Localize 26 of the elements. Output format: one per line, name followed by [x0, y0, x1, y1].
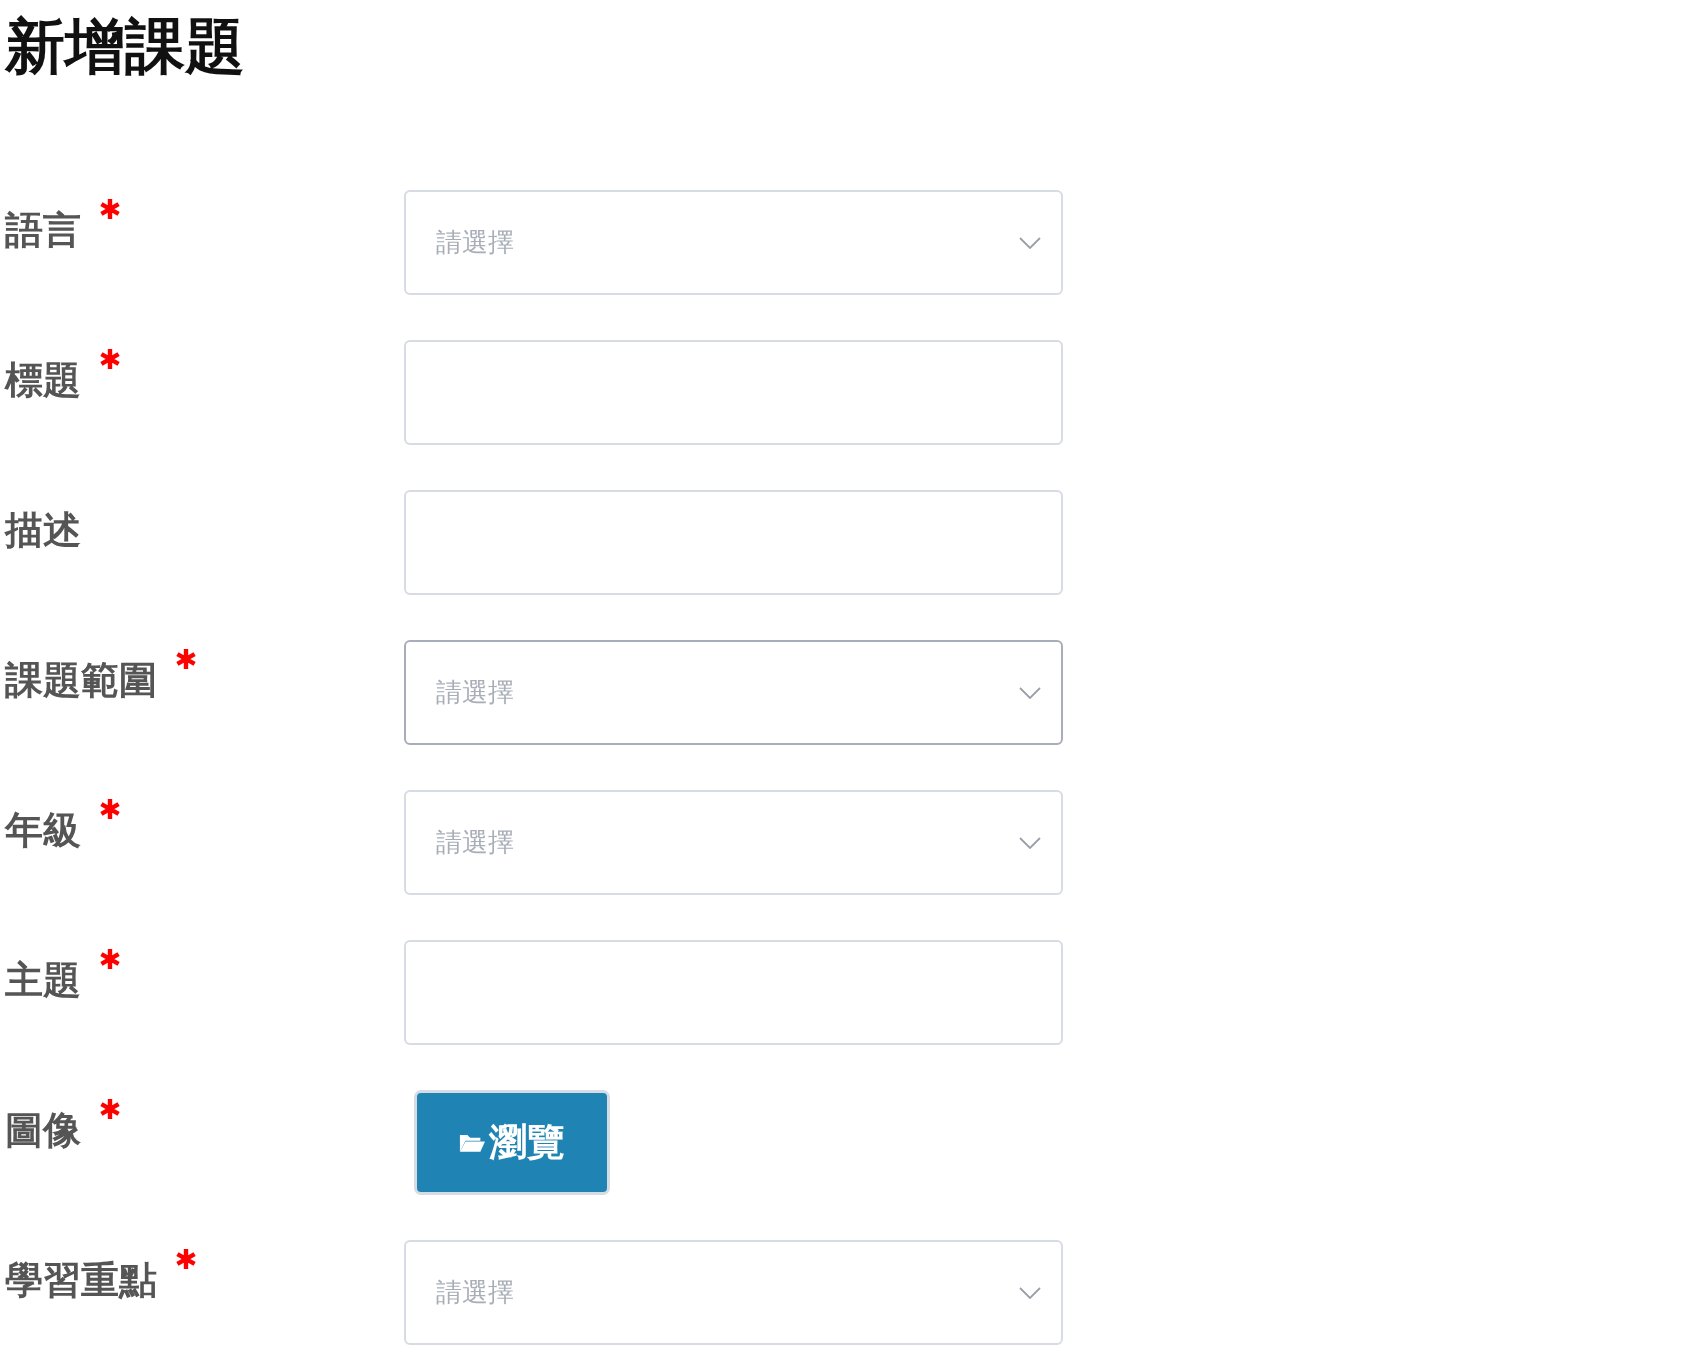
- field-label: 學習重點: [5, 1257, 157, 1304]
- browse-button[interactable]: 瀏覽: [414, 1090, 610, 1195]
- placeholder-text: 請選擇: [436, 826, 515, 859]
- select-field[interactable]: 請選擇: [404, 790, 1063, 895]
- select-field[interactable]: 請選擇: [404, 640, 1063, 745]
- field-label: 主題: [5, 957, 81, 1004]
- chevron-down-icon: [1019, 1286, 1041, 1299]
- text-input-field[interactable]: [404, 340, 1063, 445]
- page-title: 新增課題: [5, 10, 245, 82]
- chevron-down-icon: [1019, 686, 1041, 699]
- field-label: 年級: [5, 807, 81, 854]
- folder-icon: [459, 1132, 485, 1153]
- chevron-down-icon: [1019, 236, 1041, 249]
- field-label: 圖像: [5, 1107, 81, 1154]
- field-label: 標題: [5, 357, 81, 404]
- field-label: 描述: [5, 507, 81, 554]
- field-label: 課題範圍: [5, 657, 157, 704]
- text-input-field[interactable]: [404, 940, 1063, 1045]
- chevron-down-icon: [1019, 836, 1041, 849]
- placeholder-text: 請選擇: [436, 226, 515, 259]
- select-field[interactable]: 請選擇: [404, 1240, 1063, 1345]
- text-input-field[interactable]: [404, 490, 1063, 595]
- placeholder-text: 請選擇: [436, 676, 515, 709]
- field-label: 語言: [5, 207, 81, 254]
- select-field[interactable]: 請選擇: [404, 190, 1063, 295]
- placeholder-text: 請選擇: [436, 1276, 515, 1309]
